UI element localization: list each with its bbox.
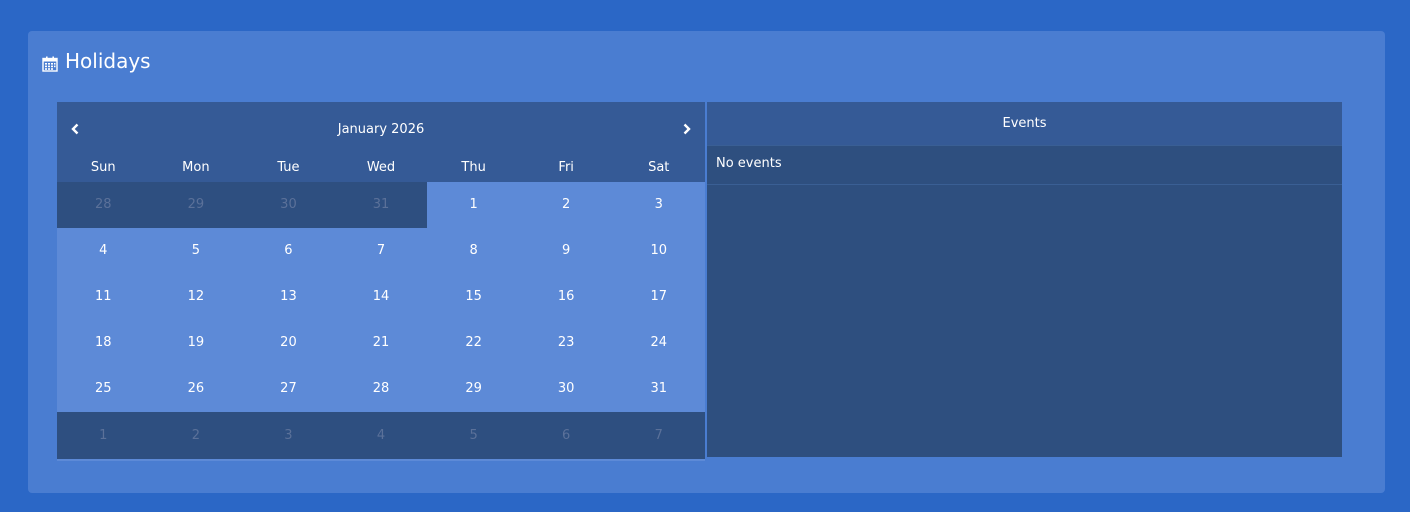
calendar-day-other-month[interactable]: 4 [334,412,428,459]
calendar-week-row: 4 5 6 7 8 9 10 [57,228,706,274]
calendar-day[interactable]: 8 [427,228,520,274]
weekday-label: Sun [90,160,116,175]
calendar-day[interactable]: 3 [612,182,706,228]
calendar: January 2026 Sun Mon Tue Wed Thu Fri Sat… [57,102,706,461]
calendar-icon [42,53,58,72]
calendar-day[interactable]: 31 [612,366,706,412]
weekday-header-row: Sun Mon Tue Wed Thu Fri Sat [57,158,705,182]
calendar-day[interactable]: 23 [519,320,613,366]
calendar-day[interactable]: 16 [519,274,613,320]
calendar-day[interactable]: 12 [149,274,243,320]
weekday-label: Tue [277,160,300,175]
panel-title: Holidays [42,47,151,75]
calendar-day[interactable]: 15 [427,274,520,320]
calendar-day[interactable]: 14 [334,274,428,320]
calendar-day[interactable]: 13 [242,274,335,320]
calendar-day[interactable]: 24 [612,320,706,366]
calendar-day[interactable]: 5 [149,228,243,274]
weekday-label: Wed [366,160,396,175]
calendar-day[interactable]: 10 [612,228,706,274]
holidays-panel: Holidays January 2026 Sun Mon Tue Wed Th… [28,31,1385,493]
panel-title-text: Holidays [65,49,151,73]
calendar-day[interactable]: 4 [57,228,150,274]
calendar-grid: 28 29 30 31 1 2 3 4 5 6 7 8 9 10 11 12 13 14 15 16 17 18 19 20 2… [57,182,706,459]
calendar-week-row: 25 26 27 28 29 30 31 [57,366,706,412]
calendar-day[interactable]: 19 [149,320,243,366]
month-label: January 2026 [337,122,425,137]
calendar-day[interactable]: 25 [57,366,150,412]
calendar-week-row: 11 12 13 14 15 16 17 [57,274,706,320]
calendar-day-other-month[interactable]: 5 [427,412,520,459]
calendar-day-other-month[interactable]: 30 [242,182,335,228]
calendar-day[interactable]: 11 [57,274,150,320]
events-panel: Events No events [707,102,1342,457]
calendar-day[interactable]: 28 [334,366,428,412]
calendar-day[interactable]: 6 [242,228,335,274]
calendar-week-row: 1234567 [57,412,706,459]
calendar-day[interactable]: 21 [334,320,428,366]
calendar-day[interactable]: 7 [334,228,428,274]
calendar-day[interactable]: 18 [57,320,150,366]
events-header: Events [707,102,1342,145]
calendar-day-other-month[interactable]: 7 [612,412,706,459]
calendar-day[interactable]: 20 [242,320,335,366]
calendar-week-row: 28 29 30 31 1 2 3 [57,182,706,228]
calendar-day[interactable]: 17 [612,274,706,320]
events-list: No events [707,145,1342,185]
calendar-day[interactable]: 2 [519,182,613,228]
calendar-day[interactable]: 9 [519,228,613,274]
weekday-label: Thu [461,160,486,175]
calendar-day-other-month[interactable]: 6 [519,412,613,459]
calendar-day-other-month[interactable]: 1 [57,412,150,459]
calendar-week-row: 18 19 20 21 22 23 24 [57,320,706,366]
weekday-label: Sat [648,160,670,175]
weekday-label: Mon [182,160,210,175]
no-events-message: No events [707,146,1342,185]
calendar-day-other-month[interactable]: 28 [57,182,150,228]
calendar-day[interactable]: 26 [149,366,243,412]
next-month-button[interactable] [678,120,696,138]
calendar-day[interactable]: 27 [242,366,335,412]
chevron-right-icon [683,123,691,135]
calendar-day-other-month[interactable]: 29 [149,182,243,228]
calendar-day[interactable]: 1 [427,182,520,228]
calendar-day-other-month[interactable]: 31 [334,182,428,228]
calendar-day[interactable]: 30 [519,366,613,412]
calendar-day-other-month[interactable]: 2 [149,412,243,459]
calendar-day-other-month[interactable]: 3 [242,412,335,459]
calendar-header: January 2026 [57,102,705,158]
calendar-day[interactable]: 29 [427,366,520,412]
weekday-label: Fri [558,160,574,175]
calendar-day[interactable]: 22 [427,320,520,366]
